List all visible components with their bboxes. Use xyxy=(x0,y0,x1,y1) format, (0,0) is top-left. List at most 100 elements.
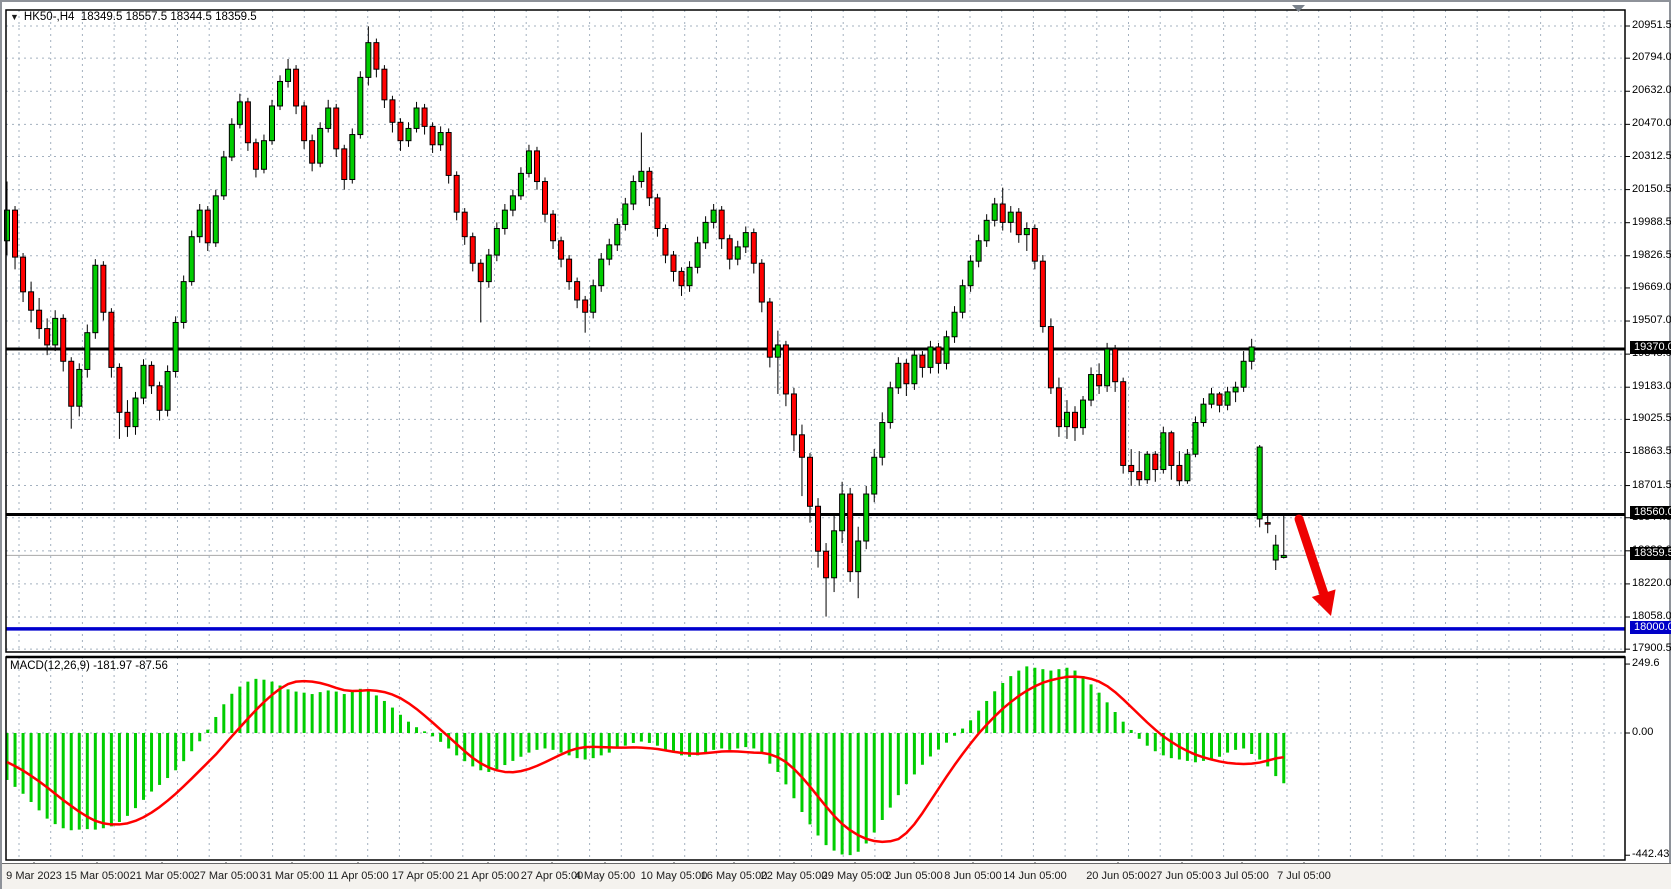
time-axis-label: 7 Jul 05:00 xyxy=(1277,870,1331,882)
bull-candle xyxy=(318,128,323,163)
bear-candle xyxy=(1129,465,1134,471)
bear-candle xyxy=(310,141,315,163)
time-axis-label: 17 Apr 05:00 xyxy=(392,870,454,882)
bull-candle xyxy=(1257,447,1262,519)
time-axis-label: 29 May 05:00 xyxy=(822,870,889,882)
price-axis-label: 20794.0 xyxy=(1632,51,1671,63)
bear-candle xyxy=(791,394,796,435)
bull-candle xyxy=(278,81,283,106)
price-axis-label: 19826.5 xyxy=(1632,249,1671,261)
bull-candle xyxy=(221,157,226,196)
price-axis-label: 20312.5 xyxy=(1632,150,1671,162)
bear-candle xyxy=(583,300,588,312)
bear-candle xyxy=(1137,472,1142,480)
bear-candle xyxy=(430,126,435,144)
mt4-chart-window: ▼ HK50-,H4 18349.5 18557.5 18344.5 18359.… xyxy=(0,0,1671,889)
bear-candle xyxy=(61,318,66,361)
symbol-ohlc-readout: ▼ HK50-,H4 18349.5 18557.5 18344.5 18359.… xyxy=(10,11,257,23)
bull-candle xyxy=(984,220,989,240)
bull-candle xyxy=(494,229,499,256)
bear-candle xyxy=(398,122,403,140)
bull-candle xyxy=(1145,454,1150,480)
bear-candle xyxy=(253,143,258,170)
bull-candle xyxy=(687,267,692,285)
bear-candle xyxy=(1217,394,1222,405)
bear-candle xyxy=(767,302,772,357)
bear-candle xyxy=(679,271,684,285)
bull-candle xyxy=(832,531,837,578)
symbol-ohlc-text: HK50-,H4 18349.5 18557.5 18344.5 18359.5 xyxy=(24,11,257,23)
bull-candle xyxy=(1233,387,1238,392)
bull-candle xyxy=(197,210,202,237)
time-axis-label: 8 Jun 05:00 xyxy=(944,870,1002,882)
symbol-dropdown-icon[interactable]: ▼ xyxy=(10,12,19,22)
bull-candle xyxy=(928,347,933,367)
bear-candle xyxy=(848,494,853,572)
macd-axis-label: -442.43 xyxy=(1632,848,1669,860)
bear-candle xyxy=(816,506,821,551)
bull-candle xyxy=(703,222,708,242)
macd-indicator-label: MACD(12,26,9) -181.97 -87.56 xyxy=(10,660,168,672)
bear-candle xyxy=(29,292,34,310)
bear-candle xyxy=(45,329,50,345)
bear-candle xyxy=(302,106,307,141)
bull-candle xyxy=(1064,412,1069,426)
time-axis-label: 22 May 05:00 xyxy=(761,870,828,882)
bear-candle xyxy=(543,182,548,215)
bear-candle xyxy=(382,69,387,100)
bear-candle xyxy=(727,239,732,259)
bear-candle xyxy=(117,367,122,412)
bear-candle xyxy=(551,214,556,241)
price-level-badge: 18560.0 xyxy=(1630,506,1671,519)
bear-candle xyxy=(69,361,74,406)
time-axis-label: 11 Apr 05:00 xyxy=(327,870,389,882)
bull-candle xyxy=(952,312,957,337)
price-axis-label: 18701.5 xyxy=(1632,479,1671,491)
bull-candle xyxy=(607,245,612,259)
bear-candle xyxy=(808,457,813,506)
bull-candle xyxy=(1105,349,1110,386)
bull-candle xyxy=(976,241,981,261)
bull-candle xyxy=(896,363,901,388)
bull-candle xyxy=(944,337,949,364)
chart-canvas[interactable] xyxy=(2,2,1671,889)
price-axis-label: 20150.5 xyxy=(1632,183,1671,195)
bull-candle xyxy=(599,259,604,286)
bear-candle xyxy=(1153,454,1158,469)
bear-candle xyxy=(1016,212,1021,234)
bear-candle xyxy=(920,355,925,367)
bull-candle xyxy=(165,371,170,410)
bull-candle xyxy=(350,135,355,180)
bear-candle xyxy=(446,133,451,176)
price-axis-label: 19025.5 xyxy=(1632,412,1671,424)
price-axis-label: 20951.5 xyxy=(1632,19,1671,31)
down-arrow-shaft xyxy=(1299,519,1324,593)
bear-candle xyxy=(534,151,539,182)
time-axis-label: 14 Jun 05:00 xyxy=(1003,870,1067,882)
price-axis-label: 19669.0 xyxy=(1632,281,1671,293)
bear-candle xyxy=(1040,261,1045,326)
bear-candle xyxy=(759,263,764,302)
chart-shift-marker-icon[interactable] xyxy=(1292,5,1305,12)
bear-candle xyxy=(422,108,427,126)
bear-candle xyxy=(719,210,724,239)
bear-candle xyxy=(334,108,339,149)
bull-candle xyxy=(968,261,973,286)
bear-candle xyxy=(37,310,42,328)
bull-candle xyxy=(1281,555,1286,557)
bull-candle xyxy=(711,210,716,222)
bear-candle xyxy=(567,259,572,281)
bull-candle xyxy=(864,494,869,541)
time-axis-label: 21 Mar 05:00 xyxy=(130,870,195,882)
bull-candle xyxy=(141,365,146,398)
bear-candle xyxy=(125,412,130,426)
bear-candle xyxy=(454,175,459,212)
bear-candle xyxy=(655,198,660,229)
bear-candle xyxy=(205,210,210,243)
bull-candle xyxy=(1241,361,1246,387)
bear-candle xyxy=(101,265,106,312)
price-level-badge: 18000.0 xyxy=(1630,621,1671,634)
bull-candle xyxy=(992,204,997,220)
bull-candle xyxy=(261,141,266,170)
bull-candle xyxy=(960,286,965,313)
